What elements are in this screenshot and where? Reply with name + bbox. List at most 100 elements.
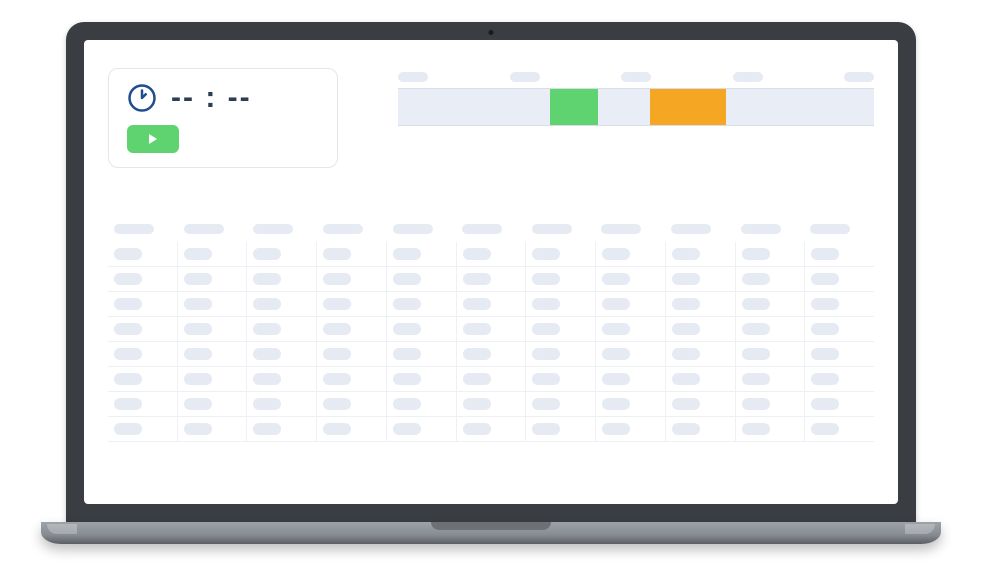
placeholder-pill xyxy=(393,298,421,310)
table-cell xyxy=(457,417,527,441)
placeholder-pill xyxy=(811,373,839,385)
table-cell xyxy=(178,342,248,366)
table-row xyxy=(108,342,874,367)
table-cell xyxy=(805,367,874,391)
placeholder-pill xyxy=(811,248,839,260)
data-table xyxy=(108,216,874,442)
table-cell xyxy=(805,417,874,441)
app-screen: -- : -- xyxy=(84,40,898,504)
table-cell xyxy=(247,267,317,291)
placeholder-pill xyxy=(323,348,351,360)
table-header-row xyxy=(108,216,874,242)
placeholder-pill xyxy=(602,248,630,260)
table-cell xyxy=(457,367,527,391)
table-cell xyxy=(596,242,666,266)
table-cell xyxy=(736,342,806,366)
table-cell xyxy=(457,242,527,266)
placeholder-pill xyxy=(393,248,421,260)
timeline-tick-label xyxy=(510,72,540,82)
laptop-base xyxy=(41,522,941,544)
table-cell xyxy=(526,392,596,416)
table-header-cell xyxy=(665,216,735,242)
table-cell xyxy=(736,242,806,266)
placeholder-pill xyxy=(532,323,560,335)
timeline-tick-label xyxy=(398,72,428,82)
time-value: -- : -- xyxy=(171,83,252,113)
table-cell xyxy=(108,367,178,391)
table-cell xyxy=(247,242,317,266)
timer-card: -- : -- xyxy=(108,68,338,168)
placeholder-pill xyxy=(323,398,351,410)
placeholder-pill xyxy=(393,224,433,234)
placeholder-pill xyxy=(253,323,281,335)
laptop-notch xyxy=(431,522,551,530)
timeline-track[interactable] xyxy=(398,88,874,126)
table-header-cell xyxy=(247,216,317,242)
table-cell xyxy=(108,292,178,316)
placeholder-pill xyxy=(602,348,630,360)
placeholder-pill xyxy=(323,373,351,385)
table-header-cell xyxy=(456,216,526,242)
table-cell xyxy=(736,392,806,416)
table-cell xyxy=(457,267,527,291)
placeholder-pill xyxy=(184,273,212,285)
placeholder-pill xyxy=(323,224,363,234)
placeholder-pill xyxy=(532,373,560,385)
table-cell xyxy=(526,317,596,341)
table-cell xyxy=(805,267,874,291)
table-header-cell xyxy=(735,216,805,242)
placeholder-pill xyxy=(602,398,630,410)
placeholder-pill xyxy=(602,423,630,435)
placeholder-pill xyxy=(323,423,351,435)
table-header-cell xyxy=(317,216,387,242)
placeholder-pill xyxy=(253,248,281,260)
placeholder-pill xyxy=(114,373,142,385)
table-row xyxy=(108,242,874,267)
table-cell xyxy=(596,317,666,341)
placeholder-pill xyxy=(532,224,572,234)
placeholder-pill xyxy=(184,373,212,385)
table-cell xyxy=(596,342,666,366)
timer-display-row: -- : -- xyxy=(127,83,319,113)
table-cell xyxy=(108,417,178,441)
table-cell xyxy=(178,317,248,341)
placeholder-pill xyxy=(463,373,491,385)
placeholder-pill xyxy=(811,323,839,335)
placeholder-pill xyxy=(742,298,770,310)
table-cell xyxy=(317,417,387,441)
table-cell xyxy=(596,392,666,416)
table-cell xyxy=(317,292,387,316)
placeholder-pill xyxy=(463,398,491,410)
play-button[interactable] xyxy=(127,125,179,153)
screen-bezel: -- : -- xyxy=(66,22,916,522)
table-cell xyxy=(387,367,457,391)
placeholder-pill xyxy=(532,348,560,360)
placeholder-pill xyxy=(671,224,711,234)
table-cell xyxy=(526,267,596,291)
table-cell xyxy=(108,342,178,366)
table-cell xyxy=(387,317,457,341)
placeholder-pill xyxy=(393,398,421,410)
table-cell xyxy=(666,292,736,316)
table-cell xyxy=(526,367,596,391)
placeholder-pill xyxy=(672,423,700,435)
placeholder-pill xyxy=(114,398,142,410)
placeholder-pill xyxy=(672,373,700,385)
table-cell xyxy=(666,342,736,366)
placeholder-pill xyxy=(742,373,770,385)
placeholder-pill xyxy=(323,273,351,285)
timeline-segment-green xyxy=(550,89,598,125)
table-cell xyxy=(108,267,178,291)
placeholder-pill xyxy=(323,248,351,260)
placeholder-pill xyxy=(463,273,491,285)
timeline-labels xyxy=(398,72,874,82)
table-cell xyxy=(666,392,736,416)
table-cell xyxy=(247,292,317,316)
placeholder-pill xyxy=(253,298,281,310)
placeholder-pill xyxy=(532,398,560,410)
table-cell xyxy=(247,367,317,391)
table-cell xyxy=(317,317,387,341)
table-cell xyxy=(596,267,666,291)
placeholder-pill xyxy=(811,298,839,310)
timeline-tick-label xyxy=(844,72,874,82)
